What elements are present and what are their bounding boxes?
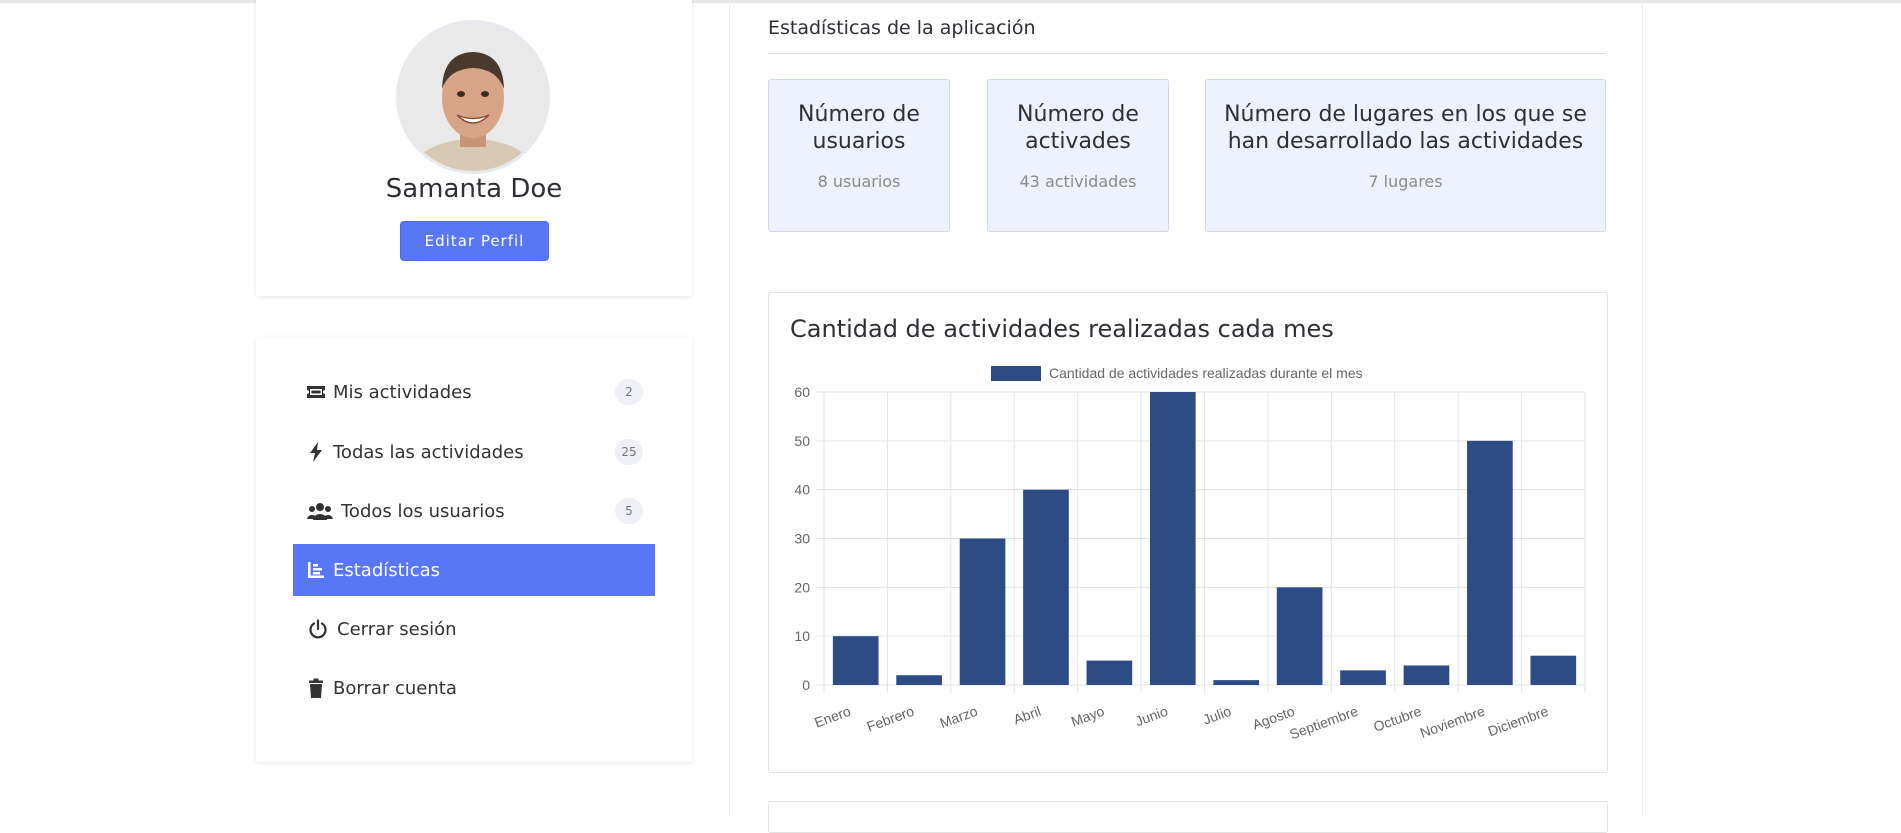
x-tick-label: Abril <box>1011 703 1043 728</box>
count-badge: 25 <box>615 439 643 465</box>
trash-icon <box>305 677 327 699</box>
sidebar-item-label: Borrar cuenta <box>333 677 457 699</box>
sidebar-item-label: Mis actividades <box>333 381 472 403</box>
stat-title-line: han desarrollado las actividades <box>1227 129 1584 154</box>
stat-title-line: Número de <box>798 102 920 127</box>
stat-users-box: Número de usuarios 8 usuarios <box>768 79 950 232</box>
stat-value: 43 actividades <box>1019 172 1137 191</box>
bolt-icon <box>305 441 327 463</box>
bar <box>1467 440 1513 685</box>
y-tick-label: 0 <box>802 677 810 693</box>
stat-title-line: Número de <box>1017 102 1139 127</box>
bar <box>1340 670 1386 685</box>
sidebar-item-todas-actividades[interactable]: Todas las actividades 25 <box>293 426 655 478</box>
stat-activities-box: Número de activades 43 actividades <box>987 79 1169 232</box>
avatar-image <box>399 23 547 171</box>
stat-title: Número de usuarios <box>769 101 949 155</box>
page-title: Estadísticas de la aplicación <box>768 17 1036 39</box>
x-tick-label: Marzo <box>938 703 980 731</box>
sidebar-item-estadisticas[interactable]: Estadísticas <box>293 544 655 596</box>
x-tick-label: Noviembre <box>1418 703 1487 741</box>
bar <box>1530 655 1577 685</box>
y-tick-label: 50 <box>794 433 810 449</box>
ticket-icon <box>305 381 327 403</box>
title-divider <box>768 53 1606 54</box>
stat-title-line: Número de lugares en los que se <box>1224 102 1587 127</box>
y-tick-label: 40 <box>794 482 810 498</box>
sidebar-item-label: Todas las actividades <box>333 441 524 463</box>
bar <box>1403 665 1450 685</box>
x-tick-label: Junio <box>1133 703 1170 730</box>
bar <box>896 675 942 685</box>
stat-places-box: Número de lugares en los que se han desa… <box>1205 79 1606 232</box>
stat-value: 8 usuarios <box>817 172 901 191</box>
y-tick-label: 30 <box>794 531 810 547</box>
sidebar-menu: Mis actividades 2 Todas las actividades … <box>256 337 692 762</box>
x-tick-label: Octubre <box>1371 703 1423 735</box>
sidebar-item-borrar-cuenta[interactable]: Borrar cuenta <box>293 662 655 714</box>
bar <box>1149 392 1196 685</box>
users-icon <box>305 500 335 522</box>
x-tick-label: Diciembre <box>1486 703 1551 740</box>
sidebar-item-todos-usuarios[interactable]: Todos los usuarios 5 <box>293 485 655 537</box>
bar <box>959 538 1006 685</box>
x-tick-label: Septiembre <box>1287 703 1360 743</box>
column-divider <box>729 0 730 817</box>
y-tick-label: 60 <box>794 384 810 400</box>
avatar[interactable] <box>396 20 550 174</box>
stat-title-line: usuarios <box>812 129 906 154</box>
bar <box>1213 680 1260 685</box>
x-tick-label: Febrero <box>865 703 917 735</box>
profile-card: Samanta Doe Editar Perfil <box>256 0 692 296</box>
x-tick-label: Enero <box>812 703 853 731</box>
stat-value: 7 lugares <box>1368 172 1443 191</box>
bar <box>832 636 879 685</box>
sidebar-item-label: Estadísticas <box>333 559 441 581</box>
x-tick-label: Julio <box>1201 703 1234 728</box>
legend-label: Cantidad de actividades realizadas duran… <box>1049 365 1363 381</box>
edit-profile-button[interactable]: Editar Perfil <box>400 221 549 261</box>
bar <box>1023 489 1069 685</box>
sidebar-item-label: Todos los usuarios <box>341 500 505 522</box>
y-tick-label: 10 <box>794 628 810 644</box>
bar <box>1276 587 1323 685</box>
power-icon <box>305 618 331 640</box>
x-tick-label: Mayo <box>1069 703 1107 730</box>
stat-title: Número de lugares en los que se han desa… <box>1206 101 1605 155</box>
y-tick-label: 20 <box>794 579 810 595</box>
stat-title-line: activades <box>1025 129 1131 154</box>
column-divider <box>1642 0 1643 817</box>
count-badge: 2 <box>615 379 643 405</box>
stat-title: Número de activades <box>988 101 1168 155</box>
next-card <box>768 801 1608 833</box>
bar-chart: Cantidad de actividades realizadas duran… <box>794 365 1586 743</box>
bar <box>1086 660 1133 685</box>
chart-bar-icon <box>305 559 327 581</box>
sidebar-item-label: Cerrar sesión <box>337 618 457 640</box>
chart-card: Cantidad de actividades realizadas cada … <box>768 292 1608 773</box>
sidebar-item-cerrar-sesion[interactable]: Cerrar sesión <box>293 603 655 655</box>
sidebar-item-mis-actividades[interactable]: Mis actividades 2 <box>293 366 655 418</box>
profile-name: Samanta Doe <box>385 174 563 204</box>
legend-swatch <box>991 366 1041 381</box>
count-badge: 5 <box>615 498 643 524</box>
